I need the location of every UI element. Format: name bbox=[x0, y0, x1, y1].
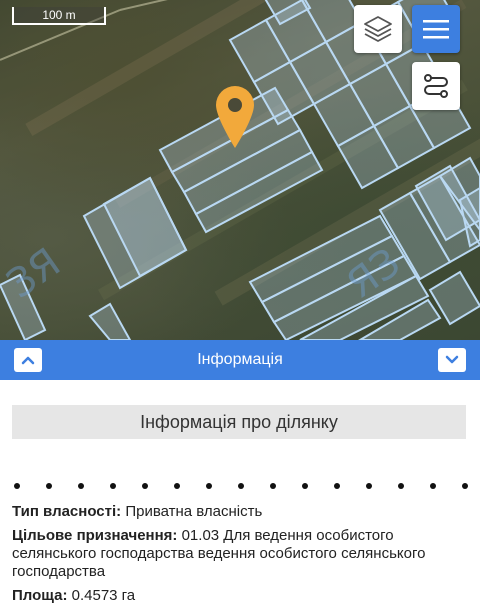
field-value: 0.4573 га bbox=[67, 587, 136, 604]
info-panel-header: Інформація bbox=[0, 340, 480, 380]
hamburger-menu-icon bbox=[423, 20, 449, 39]
route-icon bbox=[424, 74, 448, 98]
field-label: Цільове призначення: bbox=[12, 527, 178, 544]
scale-label: 100 m bbox=[42, 8, 76, 22]
map-scale-bar: 100 m bbox=[12, 7, 106, 25]
field-label: Тип власності: bbox=[12, 503, 122, 520]
collapse-panel-button[interactable] bbox=[14, 348, 42, 372]
map-canvas[interactable]: .p { fill: rgba(190,220,245,0.28); strok… bbox=[0, 0, 480, 340]
field-area: Площа: 0.4573 га bbox=[12, 587, 472, 605]
layers-button[interactable] bbox=[354, 5, 402, 53]
info-panel-content: Інформація про ділянку Тип власності: Пр… bbox=[0, 380, 480, 607]
layers-icon bbox=[364, 16, 392, 42]
field-ownership-type: Тип власності: Приватна власність bbox=[12, 503, 472, 521]
chevron-up-icon bbox=[21, 356, 35, 365]
field-label: Площа: bbox=[12, 587, 68, 604]
field-value: Приватна власність bbox=[121, 503, 263, 520]
expand-panel-button[interactable] bbox=[438, 348, 466, 372]
chevron-down-icon bbox=[445, 355, 459, 364]
main-menu-button[interactable] bbox=[412, 5, 460, 53]
field-purpose: Цільове призначення: 01.03 Для ведення о… bbox=[12, 527, 472, 581]
dotted-separator bbox=[14, 483, 474, 493]
info-panel-title: Інформація bbox=[197, 351, 283, 368]
section-title: Інформація про ділянку bbox=[12, 405, 466, 439]
map-view[interactable]: .p { fill: rgba(190,220,245,0.28); strok… bbox=[0, 0, 480, 340]
route-button[interactable] bbox=[412, 62, 460, 110]
